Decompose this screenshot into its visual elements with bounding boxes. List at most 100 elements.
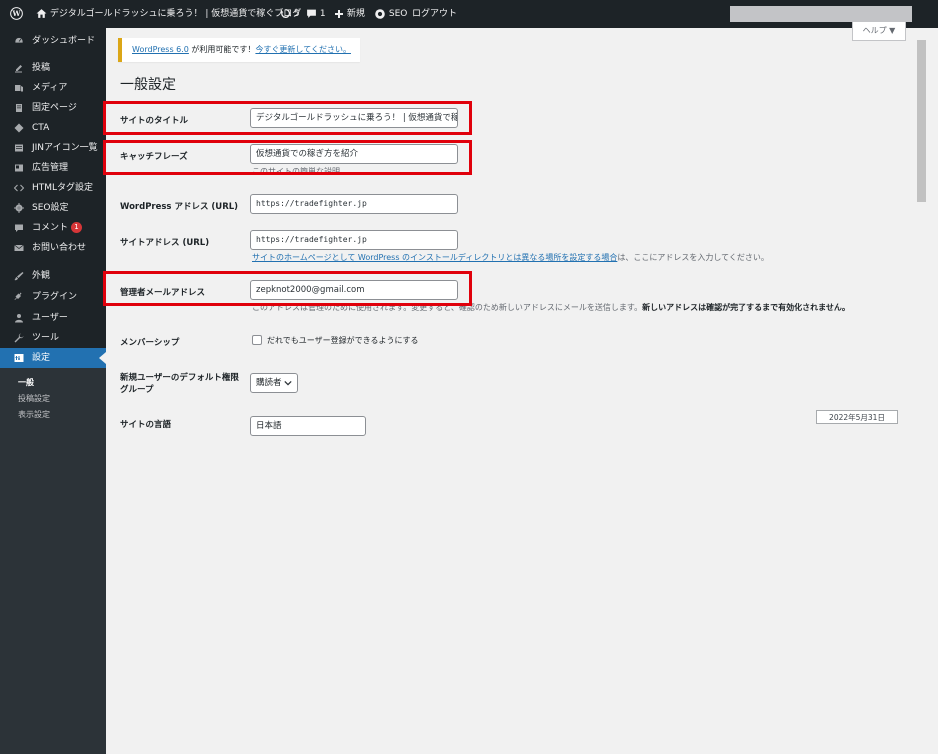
default-role-select[interactable]: 購読者 — [250, 373, 298, 393]
mail-icon — [14, 244, 24, 251]
sidebar-item-seo-settings[interactable]: SEO設定 — [0, 198, 106, 218]
sidebar-item-label: JINアイコン一覧 — [32, 143, 98, 153]
sidebar-item-media[interactable]: メディア — [0, 78, 106, 98]
sidebar-item-label: 投稿 — [32, 63, 51, 73]
seo-link[interactable]: SEO — [374, 0, 407, 28]
sidebar-item-html-tags[interactable]: HTMLタグ設定 — [0, 178, 106, 198]
submenu-reading[interactable]: 表示設定 — [18, 409, 50, 420]
site-address-input[interactable]: https://tradefighter.jp — [250, 230, 458, 250]
scrollbar-thumb[interactable] — [917, 40, 926, 202]
comments-link[interactable]: 1 — [306, 0, 326, 28]
plug-icon — [14, 292, 22, 300]
wordpress-address-label: WordPress アドレス (URL) — [120, 202, 239, 212]
sidebar-item-label: お問い合わせ — [32, 243, 87, 253]
help-tab-button[interactable]: ヘルプ ▼ — [852, 22, 906, 41]
account-area-blurred[interactable] — [730, 6, 912, 22]
sidebar-item-contact[interactable]: お問い合わせ — [0, 238, 106, 258]
updates-link[interactable]: 5 — [280, 0, 300, 28]
admin-email-desc-bold: 新しいアドレスは確認が完了するまで有効化されません。 — [642, 303, 850, 312]
diamond-icon — [14, 123, 24, 133]
settings-submenu: 一般 投稿設定 表示設定 — [0, 368, 106, 754]
new-label: 新規 — [346, 9, 365, 19]
membership-checkbox-label[interactable]: だれでもユーザー登録ができるようにする — [267, 335, 419, 346]
sidebar-item-dashboard[interactable]: ダッシュボード — [0, 31, 106, 51]
seo-gear-icon — [375, 8, 385, 19]
updates-count: 5 — [293, 9, 300, 19]
wordpress-version-link[interactable]: WordPress 6.0 — [132, 45, 189, 54]
sidebar-item-label: 外観 — [32, 271, 51, 281]
update-notice: WordPress 6.0 が利用可能です！今すぐ更新してください。 — [118, 38, 360, 62]
site-name-link[interactable]: デジタルゴールドラッシュに乗ろう！ | 仮想通貨で稼ぐブログ — [36, 0, 301, 28]
default-role-label: 新規ユーザーのデフォルト権限グループ — [120, 373, 239, 395]
sidebar-item-plugins[interactable]: プラグイン — [0, 287, 106, 307]
site-name: デジタルゴールドラッシュに乗ろう！ | 仮想通貨で稼ぐブログ — [49, 9, 302, 19]
comment-icon — [307, 9, 316, 18]
seo-label: SEO — [388, 9, 408, 19]
update-now-link[interactable]: 今すぐ更新してください。 — [255, 45, 351, 54]
sidebar-item-jin-icons[interactable]: JINアイコン一覧 — [0, 138, 106, 158]
list-icon — [15, 144, 23, 152]
admin-sidebar: ダッシュボード 投稿 メディア 固定ページ CTA JINアイコン一覧 広告管理… — [0, 28, 106, 754]
new-content-link[interactable]: 新規 — [334, 0, 365, 28]
highlight-admin-email — [103, 271, 472, 306]
site-address-desc-text: は、ここにアドレスを入力してください。 — [617, 253, 769, 262]
wordpress-address-input[interactable]: https://tradefighter.jp — [250, 194, 458, 214]
sidebar-item-label: プラグイン — [32, 292, 78, 302]
code-icon — [14, 184, 24, 192]
sidebar-item-label: 固定ページ — [32, 103, 77, 113]
sidebar-item-label: CTA — [32, 123, 50, 133]
site-address-description: サイトのホームページとして WordPress のインストールディレクトリとは異… — [252, 252, 769, 263]
settings-icon — [14, 354, 24, 362]
wrench-icon — [14, 333, 24, 343]
pin-icon — [15, 65, 22, 73]
site-address-label: サイトアドレス (URL) — [120, 238, 210, 248]
sidebar-item-label: ダッシュボード — [32, 36, 96, 46]
default-role-value: 購読者 — [256, 378, 282, 388]
svg-text:W: W — [11, 9, 21, 18]
sidebar-item-label: メディア — [32, 83, 68, 93]
logout-link[interactable]: ログアウト — [412, 0, 457, 28]
submenu-general[interactable]: 一般 — [18, 377, 34, 388]
notice-text: が利用可能です！ — [188, 45, 256, 54]
sidebar-item-comments[interactable]: コメント 1 — [0, 218, 106, 238]
sidebar-item-label: 広告管理 — [32, 163, 69, 173]
page-icon — [16, 104, 22, 112]
sidebar-item-label: ツール — [32, 333, 60, 343]
membership-label: メンバーシップ — [120, 338, 180, 348]
sidebar-item-label: 設定 — [32, 353, 51, 363]
sidebar-item-label: SEO設定 — [32, 203, 69, 213]
ad-icon — [15, 164, 23, 172]
sidebar-item-label: HTMLタグ設定 — [32, 183, 94, 193]
sidebar-item-settings[interactable]: 設定 — [0, 348, 106, 368]
sidebar-item-label: ユーザー — [32, 313, 68, 323]
dashboard-icon — [14, 37, 24, 44]
admin-bar: W デジタルゴールドラッシュに乗ろう！ | 仮想通貨で稼ぐブログ 5 1 新規 … — [0, 0, 938, 28]
site-address-help-link[interactable]: サイトのホームページとして WordPress のインストールディレクトリとは異… — [252, 253, 617, 262]
chevron-down-icon — [284, 380, 292, 386]
plus-icon — [335, 9, 343, 18]
home-icon — [36, 9, 47, 18]
sidebar-item-label: コメント — [32, 223, 69, 233]
sidebar-item-posts[interactable]: 投稿 — [0, 58, 106, 78]
membership-checkbox[interactable] — [252, 335, 262, 345]
sidebar-item-pages[interactable]: 固定ページ — [0, 98, 106, 118]
comment-icon — [15, 224, 23, 232]
highlight-tagline — [103, 140, 472, 175]
site-language-label: サイトの言語 — [120, 420, 172, 430]
sidebar-item-cta[interactable]: CTA — [0, 118, 106, 138]
gear-icon — [14, 203, 24, 213]
refresh-icon — [280, 8, 291, 18]
site-language-select[interactable]: 日本語 — [250, 416, 366, 436]
sidebar-item-users[interactable]: ユーザー — [0, 308, 106, 328]
sidebar-item-ads[interactable]: 広告管理 — [0, 158, 106, 178]
submenu-writing[interactable]: 投稿設定 — [18, 393, 50, 404]
sidebar-item-tools[interactable]: ツール — [0, 328, 106, 348]
sidebar-item-appearance[interactable]: 外観 — [0, 266, 106, 286]
comment-count-badge: 1 — [71, 222, 83, 233]
user-icon — [15, 314, 23, 323]
media-icon — [15, 85, 23, 92]
page-title: 一般設定 — [120, 77, 176, 93]
highlight-site-title — [103, 101, 472, 135]
brush-icon — [14, 272, 24, 281]
wordpress-logo-icon[interactable]: W — [10, 0, 23, 28]
